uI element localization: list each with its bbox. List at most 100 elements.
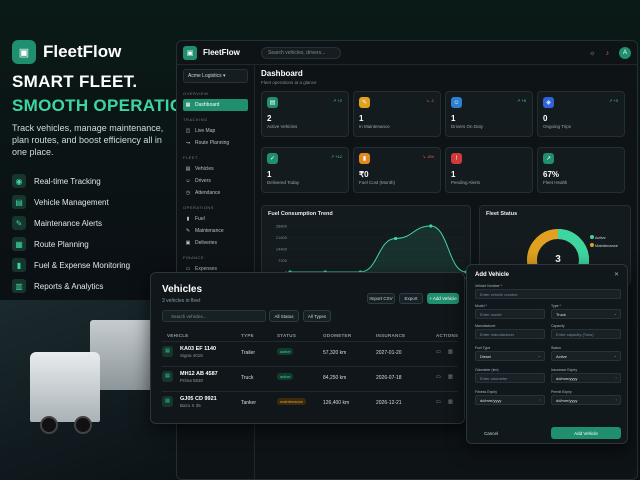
status-select[interactable]: Active ⌄ xyxy=(551,351,621,361)
vehicle-search-input[interactable]: Search vehicles... xyxy=(162,310,266,322)
capacity-input[interactable]: Enter capacity (Tons) xyxy=(551,329,621,339)
permit-expiry-input[interactable]: dd/mm/yyyy ▫ xyxy=(551,395,621,405)
vehicle-insurance: 2027-01-20 xyxy=(376,350,402,356)
card-value: 67% xyxy=(543,170,560,179)
vehicle-model: Bazo X 35 xyxy=(180,403,201,408)
export-button[interactable]: Export xyxy=(399,293,423,304)
edit-icon[interactable]: ▭ xyxy=(436,349,441,355)
sidebar-item-deliveries[interactable]: ▣ Deliveries xyxy=(183,237,248,249)
insurance-expiry-label: Insurance Expiry xyxy=(551,368,578,372)
nav-section-label: TRACKING xyxy=(183,117,208,122)
brand-name: FleetFlow xyxy=(43,42,122,61)
trash-icon[interactable]: ▥ xyxy=(448,374,453,380)
sidebar-item-attendance[interactable]: ◷ Attendance xyxy=(183,187,248,199)
delivered-today-card[interactable]: ✓ ↗ +12 1 Delivered Today xyxy=(261,147,349,193)
sun-icon[interactable]: ☼ xyxy=(589,50,595,57)
column-header: TYPE xyxy=(241,333,254,338)
vehicle-insurance: 2026-07-18 xyxy=(376,375,402,381)
column-header: ODOMETER xyxy=(323,333,352,338)
card-delta: ↗ +3 xyxy=(608,98,618,103)
chevron-down-icon: ⌄ xyxy=(537,353,541,358)
odometer-input[interactable]: Enter odometer xyxy=(475,373,545,383)
calendar-icon: ▫ xyxy=(539,397,541,402)
sidebar-item-live-map[interactable]: ◫ Live Map xyxy=(183,125,248,137)
card-value: 2 xyxy=(267,114,272,123)
import-csv-button[interactable]: Import CSV xyxy=(367,293,395,304)
nav-section-label: OPERATIONS xyxy=(183,205,214,210)
wrench-icon: ✎ xyxy=(359,97,370,108)
card-value: 1 xyxy=(267,170,272,179)
card-delta: ↗ +5 xyxy=(516,98,526,103)
vehicle-number-input[interactable]: Enter vehicle number xyxy=(475,289,621,299)
vehicles-title: Vehicles xyxy=(162,284,203,295)
truck-icon: ▤ xyxy=(162,346,173,357)
table-row[interactable]: ▤ KA03 EF 1140 Signa 4018 Trailer active 57,3… xyxy=(162,341,458,365)
card-label: Fuel Cost (Month) xyxy=(359,180,396,185)
check-icon: ✓ xyxy=(267,153,278,164)
submit-add-vehicle-button[interactable]: Add Vehicle xyxy=(551,427,621,439)
drivers-on-duty-card[interactable]: ☺ ↗ +5 1 Drivers On Duty xyxy=(445,91,533,137)
fitness-expiry-input[interactable]: dd/mm/yyyy ▫ xyxy=(475,395,545,405)
nav-section-label: FLEET xyxy=(183,155,198,160)
active-vehicles-card[interactable]: ▤ ↗ +2 2 Active Vehicles xyxy=(261,91,349,137)
model-input[interactable]: Enter model xyxy=(475,309,545,319)
cancel-button[interactable]: Cancel xyxy=(475,427,507,439)
vehicle-type: Tanker xyxy=(241,400,257,406)
truck-icon: ▤ xyxy=(185,166,191,172)
insurance-expiry-input[interactable]: dd/mm/yyyy ▫ xyxy=(551,373,621,383)
card-delta: ↗ +2 xyxy=(332,98,342,103)
manufacturer-label: Manufacturer xyxy=(475,324,496,328)
table-row[interactable]: ▤ MH12 AB 4587 Prima 5530 Truck active 84,250… xyxy=(162,366,458,390)
in-maintenance-card[interactable]: ✎ ↘ -1 1 In Maintenance xyxy=(353,91,441,137)
sidebar-item-dashboard[interactable]: ▦ Dashboard xyxy=(183,99,248,111)
sidebar-item-vehicles[interactable]: ▤ Vehicles xyxy=(183,163,248,175)
table-row[interactable]: ▤ GJ05 CD 9921 Bazo X 35 Tanker maintenance 1… xyxy=(162,391,458,415)
org-selector[interactable]: Acme Logistics ▾ xyxy=(183,69,248,83)
fleet-status-legend: Active Maintenance xyxy=(590,234,618,250)
close-icon[interactable]: ✕ xyxy=(614,271,619,278)
manufacturer-input[interactable]: Enter manufacturer xyxy=(475,329,545,339)
user-icon: ☺ xyxy=(185,178,191,184)
feature-item: ▮ Fuel & Expense Monitoring xyxy=(12,258,130,272)
type-select[interactable]: Truck ⌄ xyxy=(551,309,621,319)
trash-icon[interactable]: ▥ xyxy=(448,349,453,355)
location-pin-icon: ◉ xyxy=(12,174,26,188)
status-badge: active xyxy=(277,373,294,380)
add-vehicle-button[interactable]: + Add Vehicle xyxy=(427,293,459,304)
status-filter-select[interactable]: All Status xyxy=(269,310,299,322)
modal-title: Add Vehicle xyxy=(475,272,510,278)
bell-icon[interactable]: ♪ xyxy=(606,50,610,57)
sidebar-item-maintenance[interactable]: ✎ Maintenance xyxy=(183,225,248,237)
feature-item: ▤ Vehicle Management xyxy=(12,195,109,209)
edit-icon[interactable]: ▭ xyxy=(436,399,441,405)
ongoing-trips-card[interactable]: ◈ ↗ +3 0 Ongoing Trips xyxy=(537,91,625,137)
nav-section-label: OVERVIEW xyxy=(183,91,209,96)
y-tick-label: 14400 xyxy=(276,247,288,252)
permit-expiry-label: Permit Expiry xyxy=(551,390,572,394)
sidebar-item-fuel[interactable]: ▮ Fuel xyxy=(183,213,248,225)
card-delta: ↗ +12 xyxy=(330,154,342,159)
data-point xyxy=(394,236,398,241)
trash-icon[interactable]: ▥ xyxy=(448,399,453,405)
fuel-type-select[interactable]: Diesel ⌄ xyxy=(475,351,545,361)
truck-icon: ▤ xyxy=(267,97,278,108)
card-delta: ↘ -8% xyxy=(422,154,434,159)
edit-icon[interactable]: ▭ xyxy=(436,374,441,380)
fleet-health-card[interactable]: ↗ 67% Fleet Health xyxy=(537,147,625,193)
global-search-input[interactable]: Search vehicles, drivers... xyxy=(261,47,341,59)
card-label: In Maintenance xyxy=(359,124,390,129)
truck-icon: ▤ xyxy=(162,396,173,407)
sidebar-item-drivers[interactable]: ☺ Drivers xyxy=(183,175,248,187)
type-filter-select[interactable]: All Types xyxy=(303,310,331,322)
feature-item: ▦ Route Planning xyxy=(12,237,89,251)
chart-icon: ▥ xyxy=(12,279,26,293)
pending-alerts-card[interactable]: ! 1 Pending Alerts xyxy=(445,147,533,193)
chevron-down-icon: ⌄ xyxy=(613,353,617,358)
truck-wheel-image xyxy=(74,416,92,434)
fuel-cost-card[interactable]: ▮ ↘ -8% ₹0 Fuel Cost (Month) xyxy=(353,147,441,193)
data-point xyxy=(429,224,433,228)
fuel-icon: ▮ xyxy=(12,258,26,272)
avatar[interactable]: A xyxy=(619,47,631,59)
y-tick-label: 28800 xyxy=(276,224,288,229)
sidebar-item-route-planning[interactable]: ↝ Route Planning xyxy=(183,137,248,149)
